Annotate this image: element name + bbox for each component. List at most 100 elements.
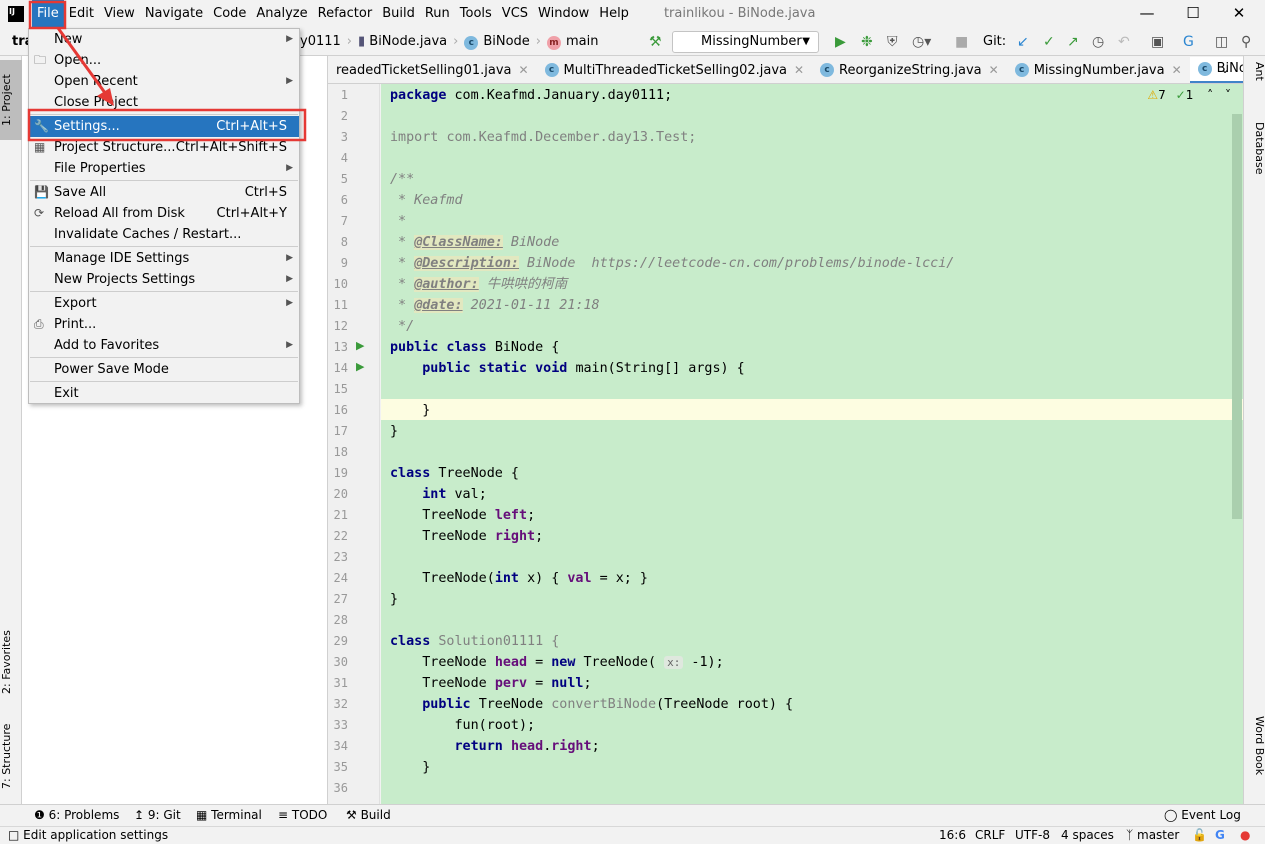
tool-structure[interactable]: 7: Structure bbox=[0, 708, 22, 804]
tool-todo[interactable]: ≡ TODO bbox=[278, 808, 327, 822]
menu-item-settings[interactable]: 🔧 Settings... Ctrl+Alt+S bbox=[29, 116, 299, 137]
tool-database[interactable]: Database bbox=[1244, 122, 1265, 192]
build-hammer-icon[interactable]: ⚒ bbox=[649, 34, 662, 50]
git-commit-icon[interactable]: ✓ bbox=[1043, 34, 1055, 50]
tool-terminal[interactable]: ▦ Terminal bbox=[196, 808, 262, 822]
menu-file[interactable]: File bbox=[32, 0, 64, 27]
file-encoding[interactable]: UTF-8 bbox=[1015, 828, 1050, 842]
menu-item-open-recent[interactable]: Open Recent ▶ bbox=[29, 71, 299, 92]
menu-item-reload-all-from-disk[interactable]: ⟳ Reload All from Disk Ctrl+Alt+Y bbox=[29, 203, 299, 224]
breadcrumb-method[interactable]: m main bbox=[547, 34, 598, 50]
run-configuration-select[interactable]: MissingNumber ▼ bbox=[672, 31, 819, 53]
run-gutter-icon[interactable]: ▶ bbox=[356, 360, 364, 373]
code-line: TreeNode right; bbox=[390, 529, 544, 544]
breadcrumb-package[interactable]: y0111 bbox=[300, 34, 341, 49]
close-tab-icon[interactable]: ✕ bbox=[794, 57, 804, 83]
run-icon[interactable]: ▶ bbox=[835, 34, 846, 50]
code-line: } bbox=[390, 403, 431, 418]
tool-word-book[interactable]: Word Book bbox=[1244, 716, 1265, 796]
menu-build[interactable]: Build bbox=[377, 0, 420, 27]
menu-item-print[interactable]: ⎙ Print... bbox=[29, 314, 299, 335]
git-branch[interactable]: ᛉ master bbox=[1126, 828, 1179, 842]
menu-item-open[interactable]: 🗀 Open... bbox=[29, 50, 299, 71]
minimize-button[interactable]: — bbox=[1124, 0, 1170, 27]
close-tab-icon[interactable]: ✕ bbox=[518, 57, 528, 83]
menu-help[interactable]: Help bbox=[594, 0, 634, 27]
tab-multithreadedticketselling02-java[interactable]: c MultiThreadedTicketSelling02.java ✕ bbox=[537, 57, 813, 83]
git-update-icon[interactable]: ↙ bbox=[1017, 34, 1029, 50]
translate-icon[interactable]: G bbox=[1183, 34, 1194, 50]
menu-item-invalidate-caches-restart[interactable]: Invalidate Caches / Restart... bbox=[29, 224, 299, 245]
maximize-button[interactable]: ☐ bbox=[1170, 0, 1216, 27]
code-line: class TreeNode { bbox=[390, 466, 519, 481]
line-number: 3 bbox=[340, 130, 348, 144]
caret-position[interactable]: 16:6 bbox=[939, 828, 966, 842]
tool-ant[interactable]: Ant bbox=[1244, 62, 1265, 102]
close-window-button[interactable]: ✕ bbox=[1216, 0, 1262, 27]
menu-item-close-project[interactable]: Close Project bbox=[29, 92, 299, 113]
search-icon[interactable]: ⚲ bbox=[1241, 34, 1251, 50]
tool-event-log[interactable]: ◯ Event Log bbox=[1164, 808, 1241, 822]
menu-item-manage-ide-settings[interactable]: Manage IDE Settings ▶ bbox=[29, 248, 299, 269]
google-icon[interactable]: G bbox=[1215, 828, 1225, 842]
next-highlight-icon[interactable]: ˅ bbox=[1225, 88, 1231, 102]
tab-missingnumber-java[interactable]: c MissingNumber.java ✕ bbox=[1007, 57, 1190, 83]
menu-item-export[interactable]: Export ▶ bbox=[29, 293, 299, 314]
debug-icon[interactable]: ❉ bbox=[861, 34, 873, 50]
rollback-icon[interactable]: ↶ bbox=[1118, 34, 1130, 50]
tool-favorites[interactable]: 2: Favorites bbox=[0, 612, 22, 712]
menu-item-project-structure[interactable]: ▦ Project Structure... Ctrl+Alt+Shift+S bbox=[29, 137, 299, 158]
menu-window[interactable]: Window bbox=[533, 0, 594, 27]
coverage-icon[interactable]: ⛨ bbox=[887, 34, 898, 50]
stop-icon[interactable]: ■ bbox=[955, 34, 968, 50]
menu-view[interactable]: View bbox=[99, 0, 140, 27]
menu-run[interactable]: Run bbox=[420, 0, 455, 27]
tab-readedticketselling01-java[interactable]: readedTicketSelling01.java ✕ bbox=[328, 57, 537, 83]
tool-problems[interactable]: ❶ 6: Problems bbox=[34, 808, 119, 822]
lock-icon[interactable]: 🔓 bbox=[1192, 828, 1207, 842]
breadcrumb-file[interactable]: ▮ BiNode.java bbox=[358, 34, 447, 49]
presentation-icon[interactable]: ◫ bbox=[1215, 34, 1228, 50]
close-tab-icon[interactable]: ✕ bbox=[989, 57, 999, 83]
menu-item-power-save-mode[interactable]: Power Save Mode bbox=[29, 359, 299, 380]
inspection-widget[interactable]: ⚠7 ✓1 ˄ ˅ bbox=[1147, 88, 1231, 102]
menu-code[interactable]: Code bbox=[208, 0, 251, 27]
error-icon[interactable]: ● bbox=[1240, 828, 1250, 842]
git-push-icon[interactable]: ↗ bbox=[1067, 34, 1079, 50]
history-icon[interactable]: ◷ bbox=[1092, 34, 1104, 50]
tabs-dropdown-icon[interactable]: ⌄ bbox=[1220, 62, 1230, 76]
line-number: 5 bbox=[340, 172, 348, 186]
menu-item-new-projects-settings[interactable]: New Projects Settings ▶ bbox=[29, 269, 299, 290]
line-separator[interactable]: CRLF bbox=[975, 828, 1005, 842]
breadcrumb-class[interactable]: c BiNode bbox=[464, 34, 530, 50]
run-gutter-icon[interactable]: ▶ bbox=[356, 339, 364, 352]
menu-tools[interactable]: Tools bbox=[455, 0, 497, 27]
profile-icon[interactable]: ◷▾ bbox=[912, 34, 931, 50]
code-line: package com.Keafmd.January.day0111; bbox=[390, 88, 673, 103]
menu-analyze[interactable]: Analyze bbox=[251, 0, 312, 27]
code-line: class Solution01111 { bbox=[390, 634, 560, 649]
tool-git[interactable]: ↥ 9: Git bbox=[134, 808, 181, 822]
indent-setting[interactable]: 4 spaces bbox=[1061, 828, 1114, 842]
menu-navigate[interactable]: Navigate bbox=[140, 0, 208, 27]
editor-scrollbar[interactable] bbox=[1232, 114, 1242, 519]
menu-item-new[interactable]: New ▶ bbox=[29, 29, 299, 50]
menu-item-save-all[interactable]: 💾 Save All Ctrl+S bbox=[29, 182, 299, 203]
menu-item-add-to-favorites[interactable]: Add to Favorites ▶ bbox=[29, 335, 299, 356]
code-editor[interactable]: ⚠7 ✓1 ˄ ˅ package com.Keafmd.January.day… bbox=[381, 84, 1243, 804]
close-tab-icon[interactable]: ✕ bbox=[1172, 57, 1182, 83]
project-structure-icon[interactable]: ▣ bbox=[1151, 34, 1164, 50]
menu-item-exit[interactable]: Exit bbox=[29, 383, 299, 404]
menu-vcs[interactable]: VCS bbox=[497, 0, 533, 27]
menu-edit[interactable]: Edit bbox=[64, 0, 99, 27]
tab-reorganizestring-java[interactable]: c ReorganizeString.java ✕ bbox=[812, 57, 1007, 83]
submenu-arrow-icon: ▶ bbox=[286, 298, 293, 308]
window-title: trainlikou - BiNode.java bbox=[663, 6, 816, 21]
code-line: public class BiNode { bbox=[390, 340, 560, 355]
tab-binode-java[interactable]: cBiNode.java✕ bbox=[1189, 57, 1243, 83]
tool-project[interactable]: 1: Project bbox=[0, 60, 22, 140]
prev-highlight-icon[interactable]: ˄ bbox=[1207, 88, 1213, 102]
menu-item-file-properties[interactable]: File Properties ▶ bbox=[29, 158, 299, 179]
tool-build[interactable]: ⚒ Build bbox=[346, 808, 391, 822]
menu-refactor[interactable]: Refactor bbox=[313, 0, 378, 27]
